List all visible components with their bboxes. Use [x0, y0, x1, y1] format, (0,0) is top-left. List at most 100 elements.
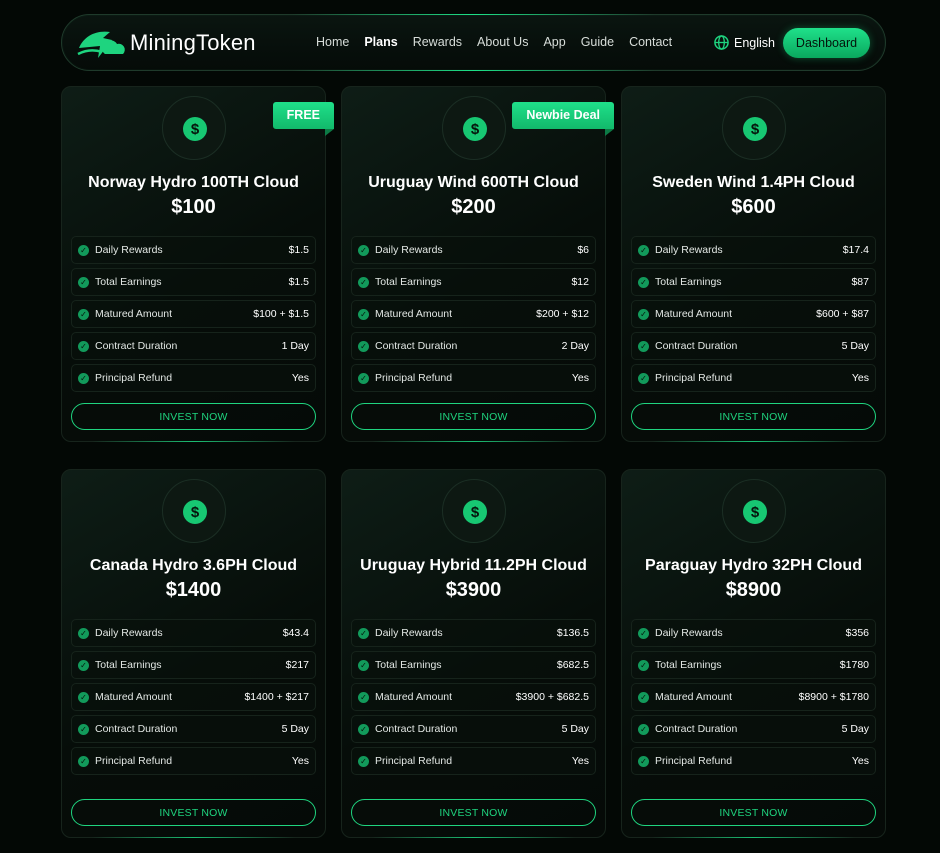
detail-value: $217 [285, 659, 309, 671]
nav-rewards[interactable]: Rewards [413, 35, 462, 49]
check-icon: ✓ [358, 724, 369, 735]
coin-badge: $ [442, 96, 506, 160]
detail-row: ✓ Matured Amount $1400 + $217 [71, 683, 316, 711]
detail-value: 5 Day [841, 723, 869, 735]
logo-icon [77, 31, 125, 58]
detail-label: Contract Duration [375, 340, 458, 352]
check-icon: ✓ [638, 341, 649, 352]
plan-price: $100 [171, 196, 216, 218]
check-icon: ✓ [638, 724, 649, 735]
plan-price: $600 [731, 196, 776, 218]
detail-row: ✓ Principal Refund Yes [351, 747, 596, 775]
detail-value: 5 Day [561, 723, 589, 735]
detail-value: $682.5 [556, 659, 589, 671]
nav-contact[interactable]: Contact [629, 35, 672, 49]
plan-name: Norway Hydro 100TH Cloud [88, 174, 299, 191]
detail-row: ✓ Daily Rewards $136.5 [351, 619, 596, 647]
detail-label: Daily Rewards [655, 244, 723, 256]
plan-details: ✓ Daily Rewards $136.5 ✓ Total Earnings $682.… [351, 619, 596, 779]
check-icon: ✓ [638, 277, 649, 288]
plans-grid: $ FREE Norway Hydro 100TH Cloud $100 ✓ Daily … [61, 86, 886, 838]
plan-card: $ Sweden Wind 1.4PH Cloud $600 ✓ Daily Rewar… [621, 86, 886, 442]
plan-price: $200 [451, 196, 496, 218]
check-icon: ✓ [358, 756, 369, 767]
check-icon: ✓ [638, 373, 649, 384]
plan-price: $1400 [165, 579, 222, 601]
plan-card: $ Paraguay Hydro 32PH Cloud $8900 ✓ Daily Re… [621, 469, 886, 838]
detail-value: $12 [571, 276, 589, 288]
detail-row: ✓ Total Earnings $87 [631, 268, 876, 296]
detail-value: $1400 + $217 [244, 691, 309, 703]
detail-label: Contract Duration [655, 723, 738, 735]
nav-app[interactable]: App [543, 35, 565, 49]
detail-label: Contract Duration [95, 340, 178, 352]
logo[interactable]: MiningToken [76, 24, 256, 62]
check-icon: ✓ [638, 692, 649, 703]
nav-plans[interactable]: Plans [364, 35, 397, 49]
detail-value: Yes [851, 755, 869, 767]
detail-label: Total Earnings [655, 659, 722, 671]
plan-name: Canada Hydro 3.6PH Cloud [89, 557, 298, 574]
invest-now-button[interactable]: INVEST NOW [71, 403, 316, 430]
check-icon: ✓ [358, 660, 369, 671]
nav-guide[interactable]: Guide [581, 35, 614, 49]
nav-home[interactable]: Home [316, 35, 349, 49]
detail-row: ✓ Contract Duration 5 Day [351, 715, 596, 743]
detail-label: Contract Duration [375, 723, 458, 735]
detail-label: Principal Refund [655, 755, 733, 767]
dollar-icon: $ [463, 117, 487, 141]
detail-row: ✓ Total Earnings $12 [351, 268, 596, 296]
detail-row: ✓ Principal Refund Yes [71, 747, 316, 775]
invest-now-button[interactable]: INVEST NOW [351, 799, 596, 826]
detail-value: $43.4 [282, 627, 309, 639]
detail-row: ✓ Daily Rewards $356 [631, 619, 876, 647]
invest-now-button[interactable]: INVEST NOW [631, 799, 876, 826]
plan-details: ✓ Daily Rewards $356 ✓ Total Earnings $1780 ✓ M… [631, 619, 876, 779]
check-icon: ✓ [638, 245, 649, 256]
detail-row: ✓ Matured Amount $200 + $12 [351, 300, 596, 328]
dollar-icon: $ [743, 117, 767, 141]
detail-label: Principal Refund [655, 372, 733, 384]
plan-name: Uruguay Wind 600TH Cloud [368, 174, 579, 191]
check-icon: ✓ [358, 692, 369, 703]
detail-label: Principal Refund [95, 755, 173, 767]
check-icon: ✓ [358, 245, 369, 256]
detail-label: Daily Rewards [375, 244, 443, 256]
detail-value: Yes [291, 755, 309, 767]
detail-label: Matured Amount [655, 691, 733, 703]
detail-value: Yes [571, 755, 589, 767]
language-selector[interactable]: English [714, 35, 775, 50]
brand-name: MiningToken [130, 30, 256, 55]
detail-row: ✓ Matured Amount $600 + $87 [631, 300, 876, 328]
check-icon: ✓ [78, 660, 89, 671]
dashboard-button[interactable]: Dashboard [783, 28, 870, 58]
nav-about-us[interactable]: About Us [477, 35, 528, 49]
plan-badge: FREE [272, 102, 335, 136]
detail-label: Total Earnings [95, 659, 162, 671]
detail-value: $8900 + $1780 [798, 691, 869, 703]
detail-label: Daily Rewards [95, 244, 163, 256]
detail-value: $356 [845, 627, 869, 639]
check-icon: ✓ [78, 724, 89, 735]
detail-value: 5 Day [841, 340, 869, 352]
plan-price: $3900 [445, 579, 502, 601]
detail-value: $1.5 [288, 276, 309, 288]
invest-now-button[interactable]: INVEST NOW [631, 403, 876, 430]
check-icon: ✓ [358, 309, 369, 320]
check-icon: ✓ [78, 309, 89, 320]
invest-now-button[interactable]: INVEST NOW [351, 403, 596, 430]
check-icon: ✓ [78, 373, 89, 384]
detail-value: 5 Day [281, 723, 309, 735]
coin-badge: $ [162, 96, 226, 160]
detail-row: ✓ Daily Rewards $17.4 [631, 236, 876, 264]
detail-label: Matured Amount [95, 691, 173, 703]
check-icon: ✓ [78, 628, 89, 639]
detail-label: Matured Amount [375, 308, 453, 320]
check-icon: ✓ [358, 628, 369, 639]
detail-row: ✓ Contract Duration 5 Day [631, 715, 876, 743]
detail-row: ✓ Daily Rewards $43.4 [71, 619, 316, 647]
detail-row: ✓ Principal Refund Yes [71, 364, 316, 392]
invest-now-button[interactable]: INVEST NOW [71, 799, 316, 826]
check-icon: ✓ [78, 277, 89, 288]
detail-row: ✓ Matured Amount $8900 + $1780 [631, 683, 876, 711]
